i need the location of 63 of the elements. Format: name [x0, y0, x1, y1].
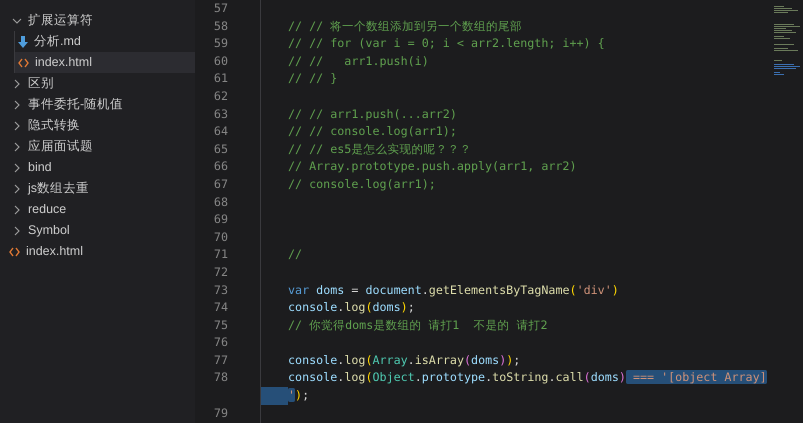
- line-number: 60: [214, 52, 228, 70]
- line-number: 73: [214, 282, 228, 299]
- line-number: 67: [214, 176, 228, 193]
- line-number: 69: [214, 211, 228, 228]
- code-line: console.log(Array.isArray(doms));: [288, 352, 520, 369]
- line-number: 71: [214, 246, 228, 264]
- code-line: // console.log(arr1);: [288, 176, 436, 193]
- chevron-down-icon: [12, 16, 22, 26]
- line-number: 59: [214, 35, 228, 52]
- code-line: var doms = document.getElementsByTagName('div'): [288, 282, 619, 299]
- line-number: 68: [214, 194, 228, 211]
- code-line: // // }: [288, 70, 338, 88]
- code-line: // 你觉得doms是数组的 请打1 不是的 请打2: [288, 316, 548, 334]
- line-number: 65: [214, 140, 228, 158]
- folder-item[interactable]: 隐式转换: [0, 115, 195, 136]
- folder-item[interactable]: 区别: [0, 73, 195, 94]
- file-item[interactable]: index.html: [14, 52, 195, 73]
- chevron-right-icon: [12, 226, 22, 236]
- folder-item[interactable]: js数组去重: [0, 178, 195, 199]
- line-number: 75: [214, 316, 228, 334]
- chevron-right-icon: [12, 100, 22, 110]
- code-line: // Array.prototype.push.apply(arr1, arr2): [288, 158, 576, 176]
- folder-item[interactable]: bind: [0, 157, 195, 178]
- line-number: 64: [214, 123, 228, 140]
- chevron-right-icon: [12, 184, 22, 194]
- selection-highlight: [261, 387, 288, 405]
- folder-item[interactable]: reduce: [0, 199, 195, 220]
- code-line: // // arr1.push(i): [288, 52, 429, 70]
- code-line: console.log(doms);: [288, 299, 415, 316]
- line-number: 79: [214, 404, 228, 422]
- chevron-right-icon: [12, 78, 22, 88]
- line-number: 66: [214, 158, 228, 176]
- line-number: 78: [214, 369, 228, 386]
- code-line: // // for (var i = 0; i < arr2.length; i++) {: [288, 35, 605, 52]
- line-number: 74: [214, 299, 228, 316]
- chevron-right-icon: [12, 142, 22, 152]
- folder-item[interactable]: 事件委托-随机值: [0, 94, 195, 115]
- chevron-right-icon: [12, 120, 22, 130]
- line-number: 57: [214, 0, 228, 18]
- code-line: //: [288, 246, 302, 264]
- line-number: 77: [214, 352, 228, 369]
- code-line: // // console.log(arr1);: [288, 123, 457, 140]
- folder-item[interactable]: 扩展运算符: [0, 10, 195, 31]
- code-line: // // 将一个数组添加到另一个数组的尾部: [288, 18, 522, 35]
- down-arrow-icon: [18, 36, 28, 48]
- code-line: // // es5是怎么实现的呢？？？: [288, 140, 472, 158]
- code-line: ');: [288, 387, 310, 404]
- code-line: // // arr1.push(...arr2): [288, 106, 457, 123]
- line-number: 63: [214, 106, 228, 123]
- folder-item[interactable]: Symbol: [0, 220, 195, 241]
- chevron-right-icon: [12, 204, 22, 214]
- line-number: 62: [214, 88, 228, 105]
- line-number: 61: [214, 70, 228, 88]
- file-item[interactable]: index.html: [0, 241, 195, 262]
- folder-item[interactable]: 应届面试题: [0, 136, 195, 157]
- code-brackets-icon: [9, 246, 20, 256]
- line-number: 58: [214, 18, 228, 35]
- line-number: 76: [214, 334, 228, 352]
- chevron-right-icon: [12, 162, 22, 172]
- line-number: 70: [214, 228, 228, 246]
- line-number: 72: [214, 264, 228, 281]
- code-brackets-icon: [18, 58, 29, 68]
- code-line: console.log(Object.prototype.toString.call(doms) === '[object Array]: [288, 369, 767, 386]
